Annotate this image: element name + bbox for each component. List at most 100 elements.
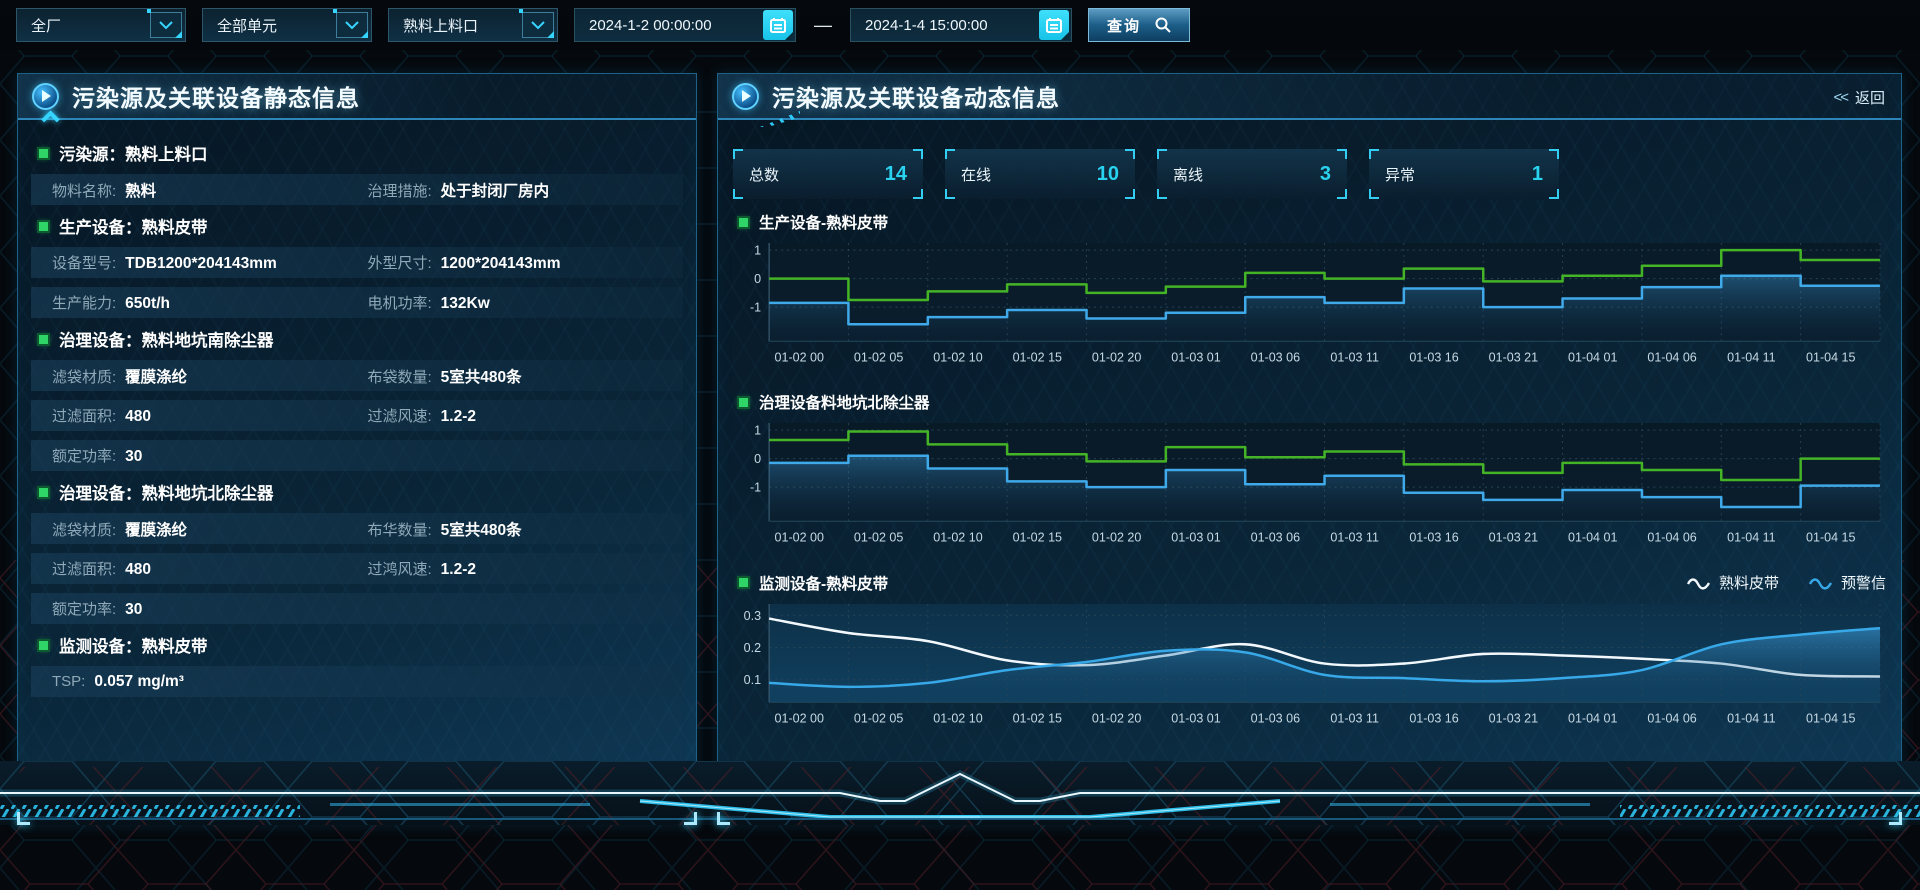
info-cell: 电机功率:132Kw <box>368 292 684 313</box>
x-tick-label: 01-04 15 <box>1806 531 1855 545</box>
static-panel-title: 污染源及关联设备静态信息 <box>72 79 360 113</box>
corner-bracket <box>1549 189 1559 199</box>
date-to-input[interactable]: 2024-1-4 15:00:00 <box>850 8 1072 42</box>
search-button-label: 查询 <box>1107 15 1141 36</box>
field-value: 1200*204143mm <box>441 255 561 273</box>
calendar-icon[interactable] <box>1039 10 1069 40</box>
x-tick-label: 01-04 11 <box>1727 350 1776 364</box>
y-tick-label: 0 <box>754 272 761 286</box>
stat-value: 3 <box>1320 163 1331 186</box>
green-square-icon <box>39 641 48 650</box>
stat-card: 总数14 <box>733 149 923 199</box>
dynamic-panel-header: 污染源及关联设备动态信息 << 返回 <box>718 74 1901 120</box>
search-button[interactable]: 查询 <box>1088 8 1190 42</box>
stat-label: 在线 <box>961 164 991 185</box>
chart-title: 监测设备-熟料皮带 <box>759 572 888 594</box>
field-label: TSP: <box>52 673 85 690</box>
x-tick-label: 01-04 06 <box>1647 531 1696 545</box>
info-row: 物料名称:熟料治理措施:处于封闭厂房内 <box>31 174 683 205</box>
green-square-icon <box>39 335 48 344</box>
field-value: 0.057 mg/m³ <box>94 673 184 691</box>
x-tick-label: 01-03 16 <box>1409 350 1458 364</box>
chevron-down-icon[interactable] <box>150 12 182 38</box>
device-stats-row: 总数14在线10离线3异常1 <box>733 149 1888 199</box>
static-panel-header: 污染源及关联设备静态信息 <box>18 74 696 120</box>
date-from-value: 2024-1-2 00:00:00 <box>575 17 763 34</box>
field-label: 布华数量: <box>368 519 432 540</box>
x-tick-label: 01-02 10 <box>933 350 982 364</box>
legend-item[interactable]: 熟料皮带 <box>1687 572 1779 593</box>
x-tick-label: 01-04 15 <box>1806 711 1855 725</box>
field-label: 过滤面积: <box>52 558 116 579</box>
x-tick-label: 01-03 11 <box>1330 711 1379 725</box>
field-label: 额定功率: <box>52 598 116 619</box>
x-tick-label: 01-02 05 <box>854 711 903 725</box>
legend-item[interactable]: 预警信 <box>1809 572 1886 593</box>
y-tick-label: 0.3 <box>744 608 761 622</box>
x-tick-label: 01-04 01 <box>1568 711 1617 725</box>
field-value: 覆膜涤纶 <box>125 518 187 540</box>
corner-bracket <box>1337 189 1347 199</box>
stat-label: 异常 <box>1385 164 1415 185</box>
corner-bracket <box>945 149 955 159</box>
field-label: 过滤面积: <box>52 405 116 426</box>
x-tick-label: 01-04 01 <box>1568 350 1617 364</box>
stat-label: 离线 <box>1173 164 1203 185</box>
info-row: 额定功率:30 <box>31 440 683 471</box>
info-cell: 布袋数量:5室共480条 <box>368 365 684 387</box>
field-label: 过滤风速: <box>368 405 432 426</box>
wavy-line-icon <box>1809 576 1833 590</box>
chevron-down-icon[interactable] <box>522 12 554 38</box>
static-info-panel: 污染源及关联设备静态信息 污染源：熟料上料口物料名称:熟料治理措施:处于封闭厂房… <box>17 73 697 825</box>
field-value: 480 <box>125 561 151 579</box>
section-title-label: 生产设备：熟料皮带 <box>59 214 208 238</box>
green-square-icon <box>39 222 48 231</box>
unit-select-value: 全部单元 <box>203 15 336 36</box>
back-link[interactable]: << 返回 <box>1833 87 1885 108</box>
x-tick-label: 01-03 06 <box>1251 711 1300 725</box>
x-tick-label: 01-02 20 <box>1092 531 1141 545</box>
y-tick-label: 0.1 <box>744 673 761 687</box>
chart-legend: 熟料皮带 预警信 <box>1687 572 1886 593</box>
plant-select[interactable]: 全厂 <box>16 8 186 42</box>
field-value: 熟料 <box>125 179 156 201</box>
info-cell: 过滤面积:480 <box>52 405 368 426</box>
field-value: 30 <box>125 448 142 466</box>
source-select-value: 熟料上料口 <box>389 15 522 36</box>
corner-bracket <box>1337 149 1347 159</box>
y-tick-label: 1 <box>754 424 761 438</box>
x-tick-label: 01-02 20 <box>1092 711 1141 725</box>
field-value: 覆膜涤纶 <box>125 365 187 387</box>
info-row: 设备型号:TDB1200*204143mm外型尺寸:1200*204143mm <box>31 247 683 278</box>
footer-decoration <box>0 761 1920 825</box>
field-label: 设备型号: <box>52 252 116 273</box>
y-tick-label: 1 <box>754 244 761 258</box>
field-value: 5室共480条 <box>441 365 522 387</box>
x-tick-label: 01-02 05 <box>854 531 903 545</box>
y-tick-label: 0 <box>754 452 761 466</box>
corner-bracket <box>945 189 955 199</box>
chevron-down-icon[interactable] <box>336 12 368 38</box>
info-cell: 过鸿风速:1.2-2 <box>368 558 684 579</box>
calendar-icon[interactable] <box>763 10 793 40</box>
chart-title: 生产设备-熟料皮带 <box>759 211 888 233</box>
field-label: 外型尺寸: <box>368 252 432 273</box>
field-label: 物料名称: <box>52 180 116 201</box>
info-row: 过滤面积: 480 过鸿风速:1.2-2 <box>31 553 683 584</box>
info-cell: 过滤风速:1.2-2 <box>368 405 684 426</box>
unit-select[interactable]: 全部单元 <box>202 8 372 42</box>
green-square-icon <box>39 149 48 158</box>
x-tick-label: 01-02 00 <box>775 711 824 725</box>
x-tick-label: 01-03 01 <box>1171 711 1220 725</box>
field-label: 滤袋材质: <box>52 519 116 540</box>
info-cell: 额定功率: 30 <box>52 598 368 619</box>
field-value: 30 <box>125 601 142 619</box>
section-title-label: 治理设备：熟料地坑北除尘器 <box>59 480 274 504</box>
field-value: 132Kw <box>441 295 490 313</box>
date-from-input[interactable]: 2024-1-2 00:00:00 <box>574 8 796 42</box>
info-cell: 物料名称: 熟料 <box>52 179 368 201</box>
field-label: 滤袋材质: <box>52 366 116 387</box>
corner-bracket <box>733 149 743 159</box>
source-select[interactable]: 熟料上料口 <box>388 8 558 42</box>
back-chevrons-icon: << <box>1833 89 1847 106</box>
